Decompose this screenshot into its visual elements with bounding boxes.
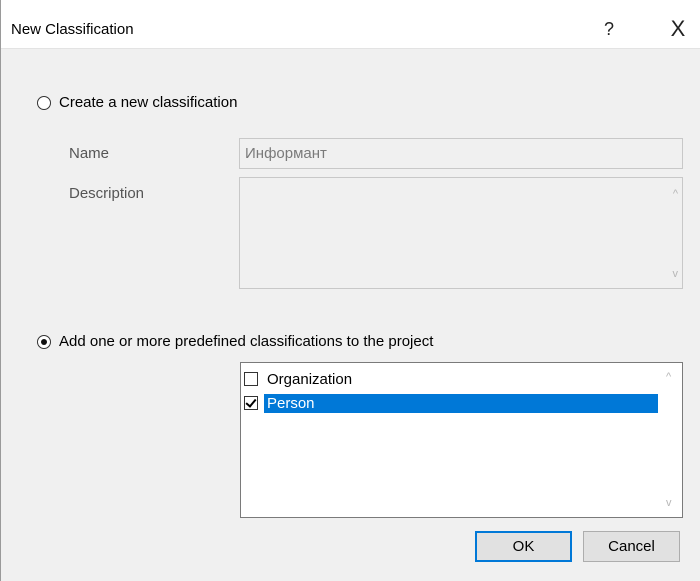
description-label: Description <box>69 185 145 202</box>
name-field[interactable]: Информант <box>239 138 683 169</box>
list-item-organization[interactable]: Organization <box>244 368 658 390</box>
help-button[interactable]: ? <box>594 15 624 43</box>
checkbox-person[interactable] <box>244 396 258 410</box>
ok-button[interactable]: OK <box>475 531 572 562</box>
radio-add-predefined-circle[interactable] <box>37 334 51 349</box>
dialog-title: New Classification <box>11 21 134 38</box>
new-classification-dialog: New Classification ? X Create a new clas… <box>0 0 700 581</box>
radio-add-predefined[interactable]: Add one or more predefined classificatio… <box>37 333 433 350</box>
description-field[interactable]: ^ v <box>239 177 683 289</box>
name-field-value: Информант <box>245 145 327 162</box>
checkbox-organization[interactable] <box>244 372 258 386</box>
radio-create-new[interactable]: Create a new classification <box>37 94 237 111</box>
title-bar: New Classification ? X <box>1 0 700 49</box>
list-scrollbar[interactable]: ^ v <box>660 363 682 517</box>
description-scroll-down-icon[interactable]: v <box>673 268 679 280</box>
predefined-classifications-list[interactable]: Organization Person ^ v <box>240 362 683 518</box>
list-scroll-down-icon[interactable]: v <box>666 497 672 509</box>
list-scroll-up-icon[interactable]: ^ <box>666 371 671 383</box>
radio-add-predefined-label: Add one or more predefined classificatio… <box>59 333 434 350</box>
list-item-label: Organization <box>267 370 353 388</box>
radio-create-new-label: Create a new classification <box>59 94 238 111</box>
list-item-label: Person <box>264 393 658 413</box>
cancel-button[interactable]: Cancel <box>583 531 680 562</box>
close-button[interactable]: X <box>663 15 693 43</box>
name-label: Name <box>69 145 110 162</box>
description-scroll-up-icon[interactable]: ^ <box>673 188 678 200</box>
radio-create-new-circle[interactable] <box>37 95 51 110</box>
list-item-person[interactable]: Person <box>244 392 658 414</box>
